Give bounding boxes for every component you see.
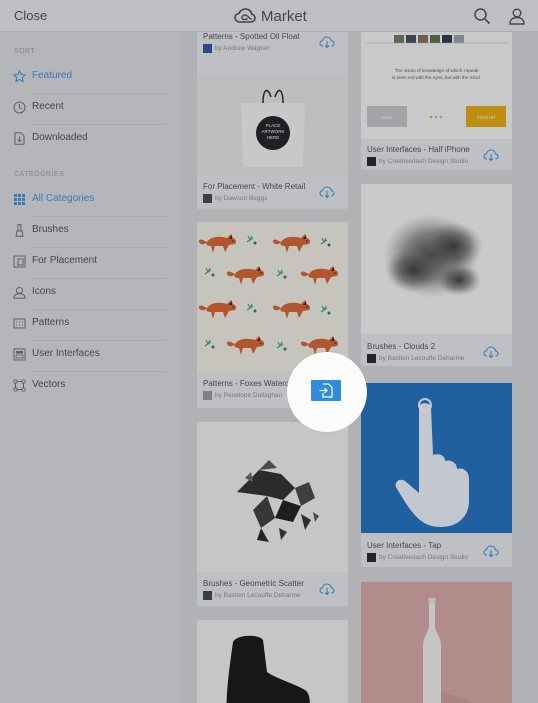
sidebar-item-label: Recent xyxy=(32,101,64,112)
asset-thumbnail xyxy=(361,582,512,703)
place-into-document-button[interactable] xyxy=(311,380,341,401)
sidebar-item-all-categories[interactable]: All Categories xyxy=(0,185,166,216)
asset-card-tap[interactable]: User Interfaces - Tap by Creativedash De… xyxy=(361,383,512,567)
asset-author: by Dawson Beggs xyxy=(203,194,267,203)
user-icon[interactable] xyxy=(508,7,526,25)
asset-thumbnail xyxy=(197,422,348,572)
clouds-brush-image xyxy=(361,184,512,334)
asset-card-white-retail[interactable]: PLACE ARTWORK HERE For Placement - White… xyxy=(197,75,348,209)
retail-bag-image: PLACE ARTWORK HERE xyxy=(197,75,348,175)
cloud-download-icon[interactable] xyxy=(319,185,335,199)
top-bar: Close Market xyxy=(0,0,538,32)
place-file-icon xyxy=(319,383,333,398)
creative-cloud-icon xyxy=(234,8,256,23)
tag-line: HERE xyxy=(267,135,280,140)
boot-image xyxy=(197,620,348,703)
geometric-scatter-image xyxy=(197,422,348,572)
tag-line: ARTWORK xyxy=(262,129,285,134)
asset-author: by Bastien Lecouffe Deharme xyxy=(367,354,465,363)
cloud-download-icon[interactable] xyxy=(483,148,499,162)
sidebar-item-label: Downloaded xyxy=(32,132,88,143)
asset-thumbnail xyxy=(197,222,348,372)
asset-card-clouds-2[interactable]: Brushes - Clouds 2 by Bastien Lecouffe D… xyxy=(361,184,512,366)
asset-card-half-iphone[interactable]: The vision of knowledge of which I speak… xyxy=(361,32,512,170)
bottle-image xyxy=(361,582,512,703)
asset-title: Brushes - Clouds 2 xyxy=(367,342,436,351)
placement-icon xyxy=(13,255,26,268)
app-title: Market xyxy=(261,7,307,25)
asset-card-boot[interactable] xyxy=(197,620,348,703)
app-brand: Market xyxy=(234,6,307,26)
asset-title: User Interfaces - Tap xyxy=(367,541,442,550)
sign-up-button: SIGN UP xyxy=(477,115,496,120)
foxes-pattern-image xyxy=(197,222,348,372)
sidebar-item-icons[interactable]: Icons xyxy=(0,278,166,309)
sidebar-item-label: Brushes xyxy=(32,224,69,235)
asset-card-geometric-scatter[interactable]: Brushes - Geometric Scatter by Bastien L… xyxy=(197,422,348,606)
clock-icon xyxy=(13,101,26,114)
star-icon xyxy=(13,70,26,83)
asset-card-bottle[interactable] xyxy=(361,582,512,703)
download-file-icon xyxy=(14,132,25,145)
asset-author: by Andrew Wagner xyxy=(203,44,270,53)
half-iphone-image: The vision of knowledge of which I speak… xyxy=(361,32,512,139)
asset-author: by Bastien Lecouffe Deharme xyxy=(203,591,301,600)
cloud-download-icon[interactable] xyxy=(483,345,499,359)
asset-author: by Penelope Dullaghan xyxy=(203,391,282,400)
brush-icon xyxy=(15,224,24,237)
sidebar-item-label: User Interfaces xyxy=(32,348,100,359)
search-icon[interactable] xyxy=(473,7,491,25)
asset-thumbnail: The vision of knowledge of which I speak… xyxy=(361,32,512,139)
quote-line: The vision of knowledge of which I speak xyxy=(395,68,479,73)
sidebar-item-featured[interactable]: Featured xyxy=(0,62,166,93)
categories-section-label: CATEGORIES xyxy=(14,171,65,178)
pattern-icon xyxy=(13,318,26,329)
ui-icon xyxy=(13,348,26,361)
sidebar-item-brushes[interactable]: Brushes xyxy=(0,216,166,247)
asset-thumbnail xyxy=(197,620,348,703)
skip-button: SKIP xyxy=(382,115,392,120)
asset-title: User Interfaces - Half iPhone xyxy=(367,145,470,154)
asset-author: by Creativedash Design Studio xyxy=(367,553,468,562)
sidebar-item-label: Vectors xyxy=(32,379,66,390)
sidebar-item-downloaded[interactable]: Downloaded xyxy=(0,124,166,155)
grid-icon xyxy=(14,194,25,205)
asset-thumbnail xyxy=(361,184,512,334)
sort-section-label: SORT xyxy=(14,48,36,55)
sidebar-item-label: Icons xyxy=(32,286,56,297)
sidebar-item-label: Patterns xyxy=(32,317,70,328)
cloud-download-icon[interactable] xyxy=(319,35,335,49)
sidebar-item-label: For Placement xyxy=(32,255,98,266)
vector-icon xyxy=(13,379,26,392)
asset-title: For Placement - White Retail xyxy=(203,182,306,191)
asset-title: Patterns - Spotted Oil Float xyxy=(203,32,300,41)
sidebar: SORT Featured Recent Downloaded CATEGORI… xyxy=(0,32,180,703)
tag-line: PLACE xyxy=(266,123,281,128)
tap-gesture-image xyxy=(361,383,512,533)
sidebar-item-user-interfaces[interactable]: User Interfaces xyxy=(0,340,166,371)
quote-line: is seen not with the eyes, but with the … xyxy=(392,75,481,80)
cloud-download-icon[interactable] xyxy=(483,544,499,558)
sidebar-item-label: Featured xyxy=(32,70,73,81)
asset-thumbnail xyxy=(361,383,512,533)
sidebar-item-for-placement[interactable]: For Placement xyxy=(0,247,166,278)
sidebar-item-recent[interactable]: Recent xyxy=(0,93,166,124)
sidebar-item-patterns[interactable]: Patterns xyxy=(0,309,166,340)
asset-author: by Creativedash Design Studio xyxy=(367,157,468,166)
asset-title: Brushes - Geometric Scatter xyxy=(203,579,304,588)
asset-thumbnail: PLACE ARTWORK HERE xyxy=(197,75,348,175)
icons-icon xyxy=(13,287,26,299)
sidebar-item-label: All Categories xyxy=(32,193,95,204)
cloud-download-icon[interactable] xyxy=(319,582,335,596)
sidebar-item-vectors[interactable]: Vectors xyxy=(0,371,166,402)
close-button[interactable]: Close xyxy=(14,8,47,23)
